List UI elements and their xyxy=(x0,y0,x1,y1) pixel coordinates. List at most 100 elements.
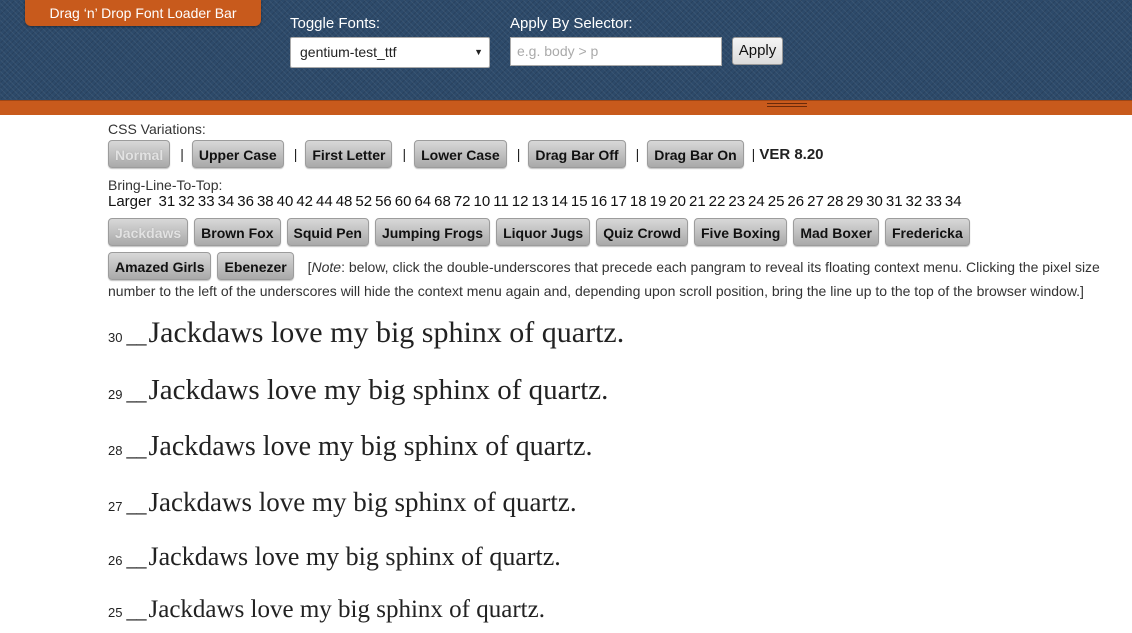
size-link[interactable]: 21 xyxy=(689,193,706,210)
size-link[interactable]: 29 xyxy=(846,193,863,210)
size-link[interactable]: 31 xyxy=(159,193,176,210)
size-link[interactable]: 60 xyxy=(395,193,412,210)
size-link[interactable]: 72 xyxy=(454,193,471,210)
larger-link[interactable]: Larger xyxy=(108,193,151,210)
size-link[interactable]: 11 xyxy=(493,193,509,210)
apply-button[interactable]: Apply xyxy=(732,37,783,65)
size-link[interactable]: 33 xyxy=(198,193,215,210)
size-link[interactable]: 14 xyxy=(551,193,568,210)
pangram-context-toggle[interactable]: __ xyxy=(126,595,146,627)
size-link[interactable]: 42 xyxy=(296,193,313,210)
separator: | xyxy=(180,146,184,162)
size-link[interactable]: 15 xyxy=(571,193,588,210)
separator: | xyxy=(293,146,298,162)
drag-grip-icon[interactable] xyxy=(767,103,807,109)
size-link[interactable]: 28 xyxy=(827,193,844,210)
size-link[interactable]: 52 xyxy=(355,193,372,210)
size-link[interactable]: 34 xyxy=(218,193,235,210)
note-text: Amazed Girls Ebenezer [Note: below, click… xyxy=(108,252,1118,303)
pangram-line: 28 __ Jackdaws love my big sphinx of quart… xyxy=(108,431,1118,467)
size-link[interactable]: 18 xyxy=(630,193,647,210)
pangram-text: Jackdaws love my big sphinx of quartz. xyxy=(148,487,577,517)
size-link[interactable]: 10 xyxy=(474,193,491,210)
size-link[interactable]: 64 xyxy=(414,193,431,210)
normal-button[interactable]: Normal xyxy=(108,140,171,168)
size-link[interactable]: 16 xyxy=(591,193,608,210)
size-link[interactable]: 44 xyxy=(316,193,333,210)
separator: | xyxy=(751,146,756,162)
lower-case-button[interactable]: Lower Case xyxy=(414,140,507,168)
size-link[interactable]: 33 xyxy=(925,193,942,210)
pangram-text: Jackdaws love my big sphinx of quartz. xyxy=(148,374,609,406)
pangram-context-toggle[interactable]: __ xyxy=(126,543,146,575)
size-link[interactable]: 23 xyxy=(728,193,745,210)
size-link[interactable]: 12 xyxy=(512,193,529,210)
size-link[interactable]: 24 xyxy=(748,193,765,210)
size-link[interactable]: 27 xyxy=(807,193,824,210)
pangram-button-squid-pen[interactable]: Squid Pen xyxy=(286,218,369,246)
pangram-button-jackdaws[interactable]: Jackdaws xyxy=(108,218,189,246)
pangram-size-number[interactable]: 28 xyxy=(108,435,122,467)
pangram-context-toggle[interactable]: __ xyxy=(126,489,146,521)
pangram-size-number[interactable]: 29 xyxy=(108,379,122,411)
size-link[interactable]: 38 xyxy=(257,193,274,210)
pangram-button-jumping-frogs[interactable]: Jumping Frogs xyxy=(374,218,491,246)
pangram-button-five-boxing[interactable]: Five Boxing xyxy=(694,218,788,246)
size-link[interactable]: 36 xyxy=(237,193,254,210)
size-link[interactable]: 56 xyxy=(375,193,392,210)
pangram-size-number[interactable]: 30 xyxy=(108,322,122,354)
bring-line-label: Bring-Line-To-Top: xyxy=(108,177,223,193)
pangram-context-toggle[interactable]: __ xyxy=(126,433,146,465)
separator: | xyxy=(516,146,521,162)
size-link[interactable]: 13 xyxy=(531,193,548,210)
pangram-button-mad-boxer[interactable]: Mad Boxer xyxy=(793,218,879,246)
size-links-row: Larger 31 32 33 34 36 38 40 42 44 48 52 56 60 64 68 72 1… xyxy=(108,193,1118,210)
first-letter-button[interactable]: First Letter xyxy=(305,140,393,168)
pangram-text: Jackdaws love my big sphinx of quartz. xyxy=(148,316,625,349)
pangram-context-toggle[interactable]: __ xyxy=(126,320,146,352)
size-link[interactable]: 32 xyxy=(178,193,195,210)
pangram-size-number[interactable]: 27 xyxy=(108,491,122,523)
separator: | xyxy=(635,146,640,162)
pangram-list: 30 __ Jackdaws love my big sphinx of quart… xyxy=(108,317,1118,629)
apply-selector-label: Apply By Selector: xyxy=(510,15,633,32)
size-link[interactable]: 68 xyxy=(434,193,451,210)
css-variations-row: Normal | Upper Case | First Letter | Low… xyxy=(108,140,1118,168)
size-link[interactable]: 40 xyxy=(277,193,294,210)
drag-bar-on-button[interactable]: Drag Bar On xyxy=(647,140,744,168)
chevron-down-icon: ▼ xyxy=(474,47,483,57)
pangram-buttons-row: Jackdaws Brown Fox Squid Pen Jumping Frogs L… xyxy=(108,218,1118,246)
separator: | xyxy=(402,146,407,162)
pangram-size-number[interactable]: 25 xyxy=(108,597,122,629)
size-link[interactable]: 32 xyxy=(906,193,923,210)
pangram-button-brown-fox[interactable]: Brown Fox xyxy=(194,218,281,246)
font-loader-title: Drag ‘n’ Drop Font Loader Bar xyxy=(25,0,261,26)
pangram-button-liquor-jugs[interactable]: Liquor Jugs xyxy=(496,218,591,246)
pangram-button-amazed-girls[interactable]: Amazed Girls xyxy=(108,252,212,280)
pangram-button-quiz-crowd[interactable]: Quiz Crowd xyxy=(596,218,688,246)
font-select[interactable]: gentium-test_ttf ▼ xyxy=(290,37,490,68)
upper-case-button[interactable]: Upper Case xyxy=(191,140,284,168)
pangram-button-fredericka[interactable]: Fredericka xyxy=(884,218,970,246)
size-link[interactable]: 48 xyxy=(336,193,353,210)
size-link[interactable]: 17 xyxy=(610,193,627,210)
size-link[interactable]: 26 xyxy=(787,193,804,210)
pangram-button-ebenezer[interactable]: Ebenezer xyxy=(217,252,294,280)
size-link[interactable]: 22 xyxy=(709,193,726,210)
font-select-value: gentium-test_ttf xyxy=(300,44,397,60)
size-link[interactable]: 20 xyxy=(669,193,686,210)
pangram-line: 30 __ Jackdaws love my big sphinx of quart… xyxy=(108,317,1118,354)
size-link[interactable]: 30 xyxy=(866,193,883,210)
drag-bar-off-button[interactable]: Drag Bar Off xyxy=(528,140,626,168)
css-variations-label: CSS Variations: xyxy=(108,121,206,137)
size-link[interactable]: 31 xyxy=(886,193,903,210)
drag-bar-strip[interactable] xyxy=(0,100,1132,115)
pangram-line: 27 __ Jackdaws love my big sphinx of quart… xyxy=(108,486,1118,523)
pangram-size-number[interactable]: 26 xyxy=(108,545,122,577)
pangram-line: 25 __ Jackdaws love my big sphinx of quart… xyxy=(108,594,1118,629)
size-link[interactable]: 25 xyxy=(768,193,785,210)
pangram-context-toggle[interactable]: __ xyxy=(126,377,146,409)
selector-input[interactable]: e.g. body > p xyxy=(510,37,722,66)
size-link[interactable]: 34 xyxy=(945,193,962,210)
size-link[interactable]: 19 xyxy=(650,193,667,210)
